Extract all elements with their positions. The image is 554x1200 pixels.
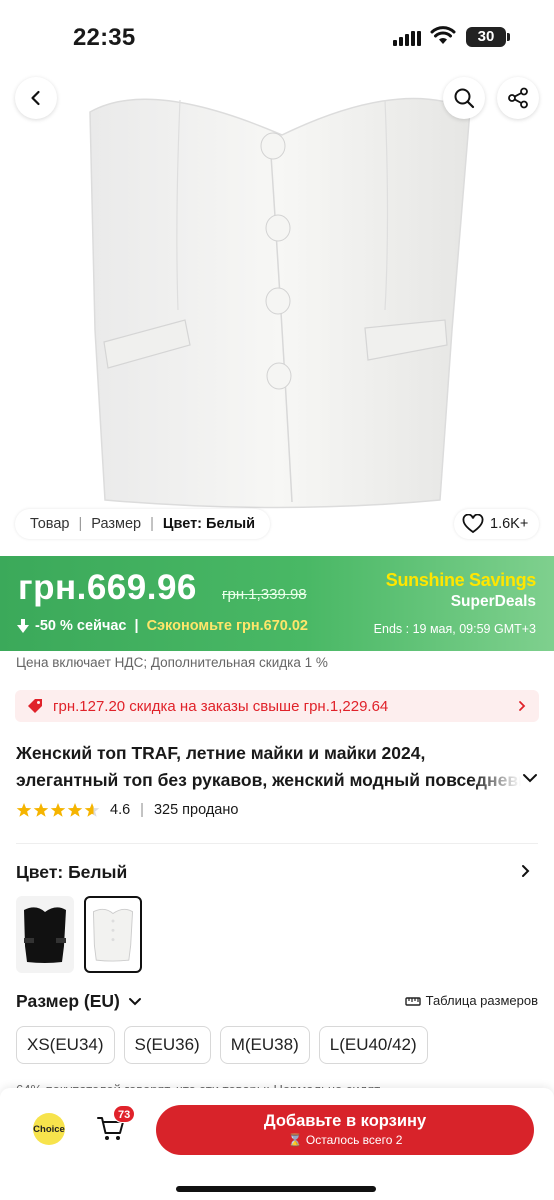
product-title-line-1: Женский топ TRAF, летние майки и майки 2… <box>16 743 426 763</box>
product-gallery[interactable] <box>0 70 554 556</box>
hourglass-icon: ⌛ <box>287 1133 303 1147</box>
size-option-l[interactable]: L(EU40/42) <box>318 1026 428 1064</box>
separator: | <box>140 802 144 818</box>
rating-row[interactable]: 4.6 | 325 продано <box>16 802 238 818</box>
star-rating <box>16 802 100 818</box>
white-top-thumbnail <box>92 908 134 962</box>
divider <box>16 843 538 844</box>
star-icon <box>50 803 66 817</box>
chevron-right-icon <box>519 701 526 711</box>
stock-note: ⌛ Осталось всего 2 <box>156 1133 534 1147</box>
cellular-signal-icon <box>393 30 421 46</box>
tab-color[interactable]: Цвет: Белый <box>163 516 255 532</box>
size-section-title[interactable]: Размер (EU) <box>16 991 142 1012</box>
size-title-text: Размер (EU) <box>16 991 120 1011</box>
tab-size[interactable]: Размер <box>91 516 141 532</box>
star-icon <box>67 803 83 817</box>
wishlist-count: 1.6K+ <box>490 516 529 532</box>
black-top-thumbnail <box>24 907 66 963</box>
size-option-xs[interactable]: XS(EU34) <box>16 1026 115 1064</box>
status-bar: 22:35 30 <box>0 0 554 70</box>
savings-amount: Сэкономьте грн.670.02 <box>146 618 308 634</box>
choice-badge[interactable]: Choice <box>33 1113 65 1145</box>
current-price: грн.669.96 <box>18 568 197 607</box>
star-icon <box>16 803 32 817</box>
size-chart-link[interactable]: Таблица размеров <box>404 993 538 1008</box>
sunshine-savings-label: Sunshine Savings <box>385 570 537 590</box>
size-options: XS(EU34) S(EU36) M(EU38) L(EU40/42) <box>16 1026 428 1064</box>
star-icon <box>33 803 49 817</box>
search-button[interactable] <box>443 77 485 119</box>
color-option-white[interactable] <box>84 896 142 973</box>
battery-icon: 30 <box>466 27 510 47</box>
add-to-cart-button[interactable]: Добавьте в корзину ⌛ Осталось всего 2 <box>156 1105 534 1155</box>
separator: | <box>150 516 154 532</box>
size-chart-label: Таблица размеров <box>425 993 538 1008</box>
original-price: грн.1,339.98 <box>222 586 307 603</box>
discount-percent: -50 % сейчас <box>35 618 127 634</box>
share-button[interactable] <box>497 77 539 119</box>
wifi-icon <box>430 26 456 44</box>
gallery-tabs: Товар | Размер | Цвет: Белый <box>15 509 271 539</box>
chevron-left-icon <box>31 90 40 106</box>
superdeals-banner[interactable]: грн.669.96 грн.1,339.98 -50 % сейчас | С… <box>0 556 554 651</box>
size-option-s[interactable]: S(EU36) <box>123 1026 211 1064</box>
superdeals-label: SuperDeals <box>450 593 536 610</box>
chevron-down-icon[interactable] <box>522 771 538 785</box>
status-time: 22:35 <box>73 24 136 51</box>
down-arrow-icon <box>17 619 29 633</box>
discount-row: -50 % сейчас | Сэкономьте грн.670.02 <box>16 618 308 634</box>
product-image <box>89 97 471 509</box>
chevron-right-icon[interactable] <box>520 864 532 878</box>
ruler-icon <box>404 996 421 1006</box>
heart-icon <box>462 514 484 534</box>
cart-count-badge: 73 <box>113 1105 136 1123</box>
bottom-action-bar: Choice 73 Добавьте в корзину ⌛ Осталось … <box>0 1088 554 1200</box>
coupon-text: грн.127.20 скидка на заказы свыше грн.1,… <box>53 697 389 715</box>
tab-product[interactable]: Товар <box>30 516 69 532</box>
separator: | <box>78 516 83 532</box>
coupon-banner[interactable]: грн.127.20 скидка на заказы свыше грн.1,… <box>15 690 539 722</box>
color-option-black[interactable] <box>16 896 74 973</box>
wishlist-button[interactable]: 1.6K+ <box>454 509 540 539</box>
home-indicator <box>176 1186 376 1192</box>
deal-end-time: Ends : 19 мая, 09:59 GMT+3 <box>373 622 536 636</box>
tag-icon <box>28 699 42 713</box>
share-icon <box>508 87 528 109</box>
product-title-line-2: элегантный топ без рукавов, женский модн… <box>16 770 521 790</box>
chevron-down-icon <box>128 997 141 1005</box>
color-section-title: Цвет: Белый <box>16 862 128 882</box>
half-star-icon <box>84 803 100 817</box>
separator: | <box>134 618 139 634</box>
add-to-cart-label: Добавьте в корзину <box>263 1112 427 1130</box>
size-option-m[interactable]: M(EU38) <box>219 1026 310 1064</box>
search-icon <box>454 88 475 109</box>
back-button[interactable] <box>15 77 57 119</box>
rating-value: 4.6 <box>110 802 131 818</box>
vat-note: Цена включает НДС; Дополнительная скидка… <box>16 655 328 670</box>
stock-note-text: Осталось всего 2 <box>305 1133 403 1147</box>
sold-count: 325 продано <box>153 802 239 818</box>
